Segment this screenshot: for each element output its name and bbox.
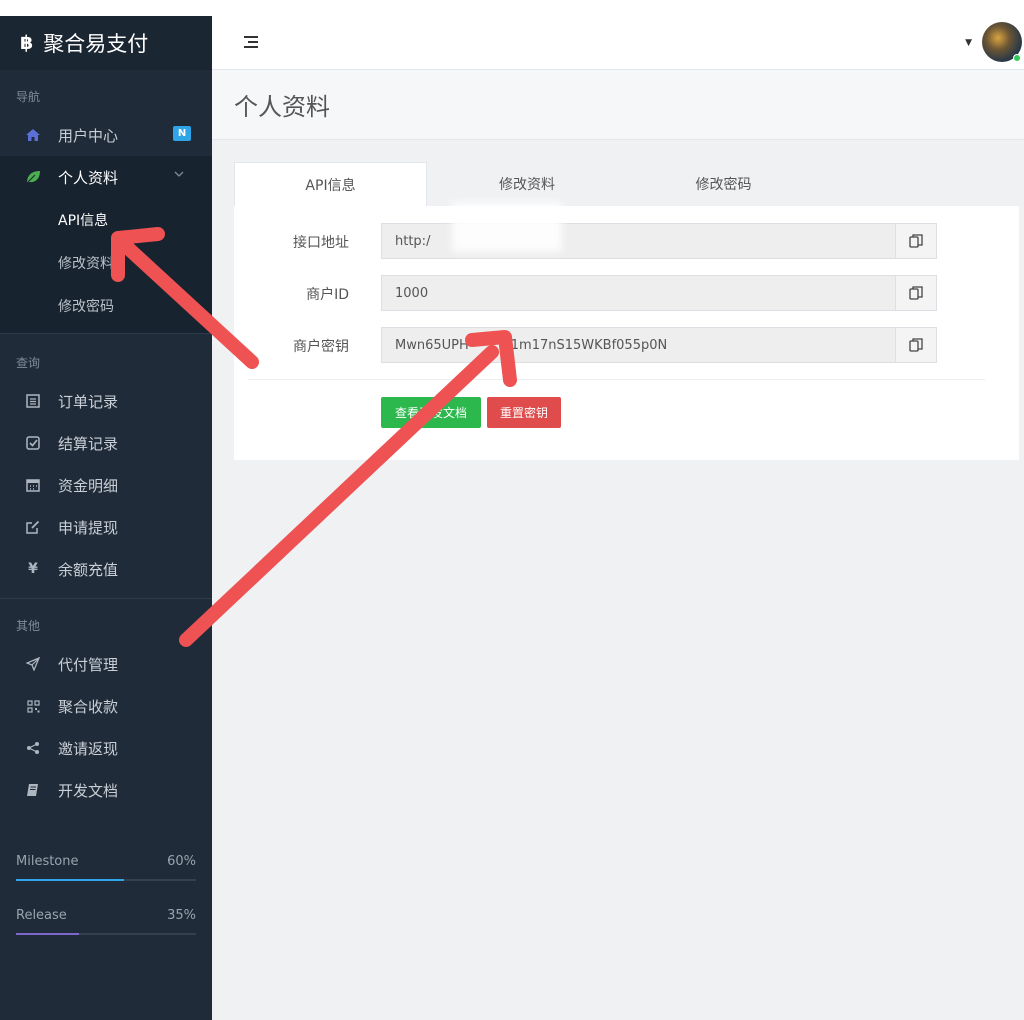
tab-api-info[interactable]: API信息 (234, 162, 427, 206)
copy-merchant-id-button[interactable] (895, 275, 937, 311)
profile-submenu: API信息 修改资料 修改密码 (0, 198, 212, 334)
page-title: 个人资料 (212, 70, 1024, 140)
sidebar-item-docs[interactable]: 开发文档 (0, 769, 212, 811)
sidebar-item-label: 申请提现 (58, 518, 119, 537)
progress-percent: 60% (167, 853, 196, 869)
bitcoin-icon: ฿ (20, 32, 34, 54)
sidebar: ฿ 聚合易支付 导航 用户中心 N 个人资料 API信息 修改资料 修改密码 查… (0, 16, 212, 1020)
merchant-id-value: 1000 (395, 285, 429, 301)
tab-edit-profile[interactable]: 修改资料 (427, 162, 627, 206)
new-badge: N (173, 126, 191, 141)
sidebar-item-label: 订单记录 (58, 392, 119, 411)
sidebar-item-profile[interactable]: 个人资料 (0, 156, 212, 198)
sidebar-item-label: 代付管理 (58, 655, 119, 674)
api-info-card: API信息 修改资料 修改密码 接口地址 http:/ 商户ID 1000 商户… (234, 162, 1019, 460)
progress-block: Milestone 60% Release 35% (0, 849, 212, 935)
redaction-blur (452, 202, 562, 252)
form-divider (248, 379, 985, 380)
sidebar-item-payout[interactable]: 代付管理 (0, 643, 212, 685)
sidebar-item-label: 资金明细 (58, 476, 119, 495)
qrcode-icon (24, 697, 42, 715)
form-row-merchant-key: 商户密钥 Mwn65UPH 1m17nS15WKBf055p0N (234, 327, 1019, 363)
sidebar-item-funds[interactable]: 资金明细 (0, 464, 212, 506)
progress-track (16, 933, 196, 935)
reset-key-button[interactable]: 重置密钥 (487, 397, 561, 428)
copy-icon (909, 286, 923, 300)
sidebar-item-user-center[interactable]: 用户中心 N (0, 114, 212, 156)
progress-label: Milestone (16, 853, 79, 869)
brand-title: 聚合易支付 (43, 32, 149, 56)
section-label-query: 查询 (16, 356, 41, 370)
online-status-dot (1013, 54, 1021, 62)
sidebar-item-label: 用户中心 (58, 126, 119, 145)
home-icon (24, 126, 42, 144)
merchant-key-value: Mwn65UPH (395, 337, 469, 353)
check-square-icon (24, 434, 42, 452)
copy-merchant-key-button[interactable] (895, 327, 937, 363)
progress-release: Release 35% (16, 903, 196, 927)
sidebar-item-withdraw[interactable]: 申请提现 (0, 506, 212, 548)
topbar: ▼ (212, 16, 1024, 70)
sidebar-item-label: 余额充值 (58, 560, 119, 579)
progress-label: Release (16, 907, 67, 923)
sidebar-subitem-edit[interactable]: 修改资料 (0, 241, 212, 284)
progress-percent: 35% (167, 907, 196, 923)
book-icon (24, 781, 42, 799)
progress-milestone: Milestone 60% (16, 849, 196, 873)
brand[interactable]: ฿ 聚合易支付 (0, 16, 212, 70)
sidebar-item-label: 开发文档 (58, 781, 119, 800)
form-row-api-url: 接口地址 http:/ (234, 223, 1019, 259)
sidebar-item-label: 个人资料 (58, 168, 119, 187)
tab-change-password[interactable]: 修改密码 (627, 162, 820, 206)
leaf-icon (24, 168, 42, 186)
main-content: 个人资料 API信息 修改资料 修改密码 接口地址 http:/ 商户ID 10… (212, 70, 1024, 1020)
sidebar-subitem-password[interactable]: 修改密码 (0, 284, 212, 327)
sidebar-item-label: 邀请返现 (58, 739, 119, 758)
merchant-key-value-tail: 1m17nS15WKBf055p0N (510, 337, 668, 353)
sidebar-subitem-api[interactable]: API信息 (0, 198, 212, 241)
tab-bar: API信息 修改资料 修改密码 (234, 162, 1019, 206)
sidebar-item-collect[interactable]: 聚合收款 (0, 685, 212, 727)
sidebar-item-settlements[interactable]: 结算记录 (0, 422, 212, 464)
sidebar-item-orders[interactable]: 订单记录 (0, 380, 212, 422)
sidebar-item-recharge[interactable]: ¥ 余额充值 (0, 548, 212, 590)
share-icon (24, 739, 42, 757)
edit-icon (24, 518, 42, 536)
sidebar-item-label: 结算记录 (58, 434, 119, 453)
section-label-nav: 导航 (16, 90, 41, 104)
merchant-key-field[interactable]: Mwn65UPH 1m17nS15WKBf055p0N (381, 327, 896, 363)
sidebar-item-invite[interactable]: 邀请返现 (0, 727, 212, 769)
copy-icon (909, 338, 923, 352)
list-icon (24, 392, 42, 410)
api-url-label: 接口地址 (293, 235, 349, 251)
progress-fill-release (16, 933, 79, 935)
api-url-value: http:/ (395, 233, 431, 249)
merchant-id-label: 商户ID (306, 287, 349, 303)
progress-fill-milestone (16, 879, 124, 881)
merchant-id-field[interactable]: 1000 (381, 275, 896, 311)
form-row-merchant-id: 商户ID 1000 (234, 275, 1019, 311)
copy-icon (909, 234, 923, 248)
yen-icon: ¥ (28, 561, 38, 577)
view-docs-button[interactable]: 查看开发文档 (381, 397, 481, 428)
calendar-icon (24, 476, 42, 494)
section-label-other: 其他 (16, 619, 41, 633)
progress-track (16, 879, 196, 881)
send-icon (24, 655, 42, 673)
sidebar-item-label: 聚合收款 (58, 697, 119, 716)
merchant-key-label: 商户密钥 (293, 339, 349, 355)
copy-api-url-button[interactable] (895, 223, 937, 259)
chevron-down-icon (174, 170, 184, 181)
caret-down-icon[interactable]: ▼ (965, 38, 972, 48)
menu-toggle-icon[interactable] (244, 36, 258, 48)
